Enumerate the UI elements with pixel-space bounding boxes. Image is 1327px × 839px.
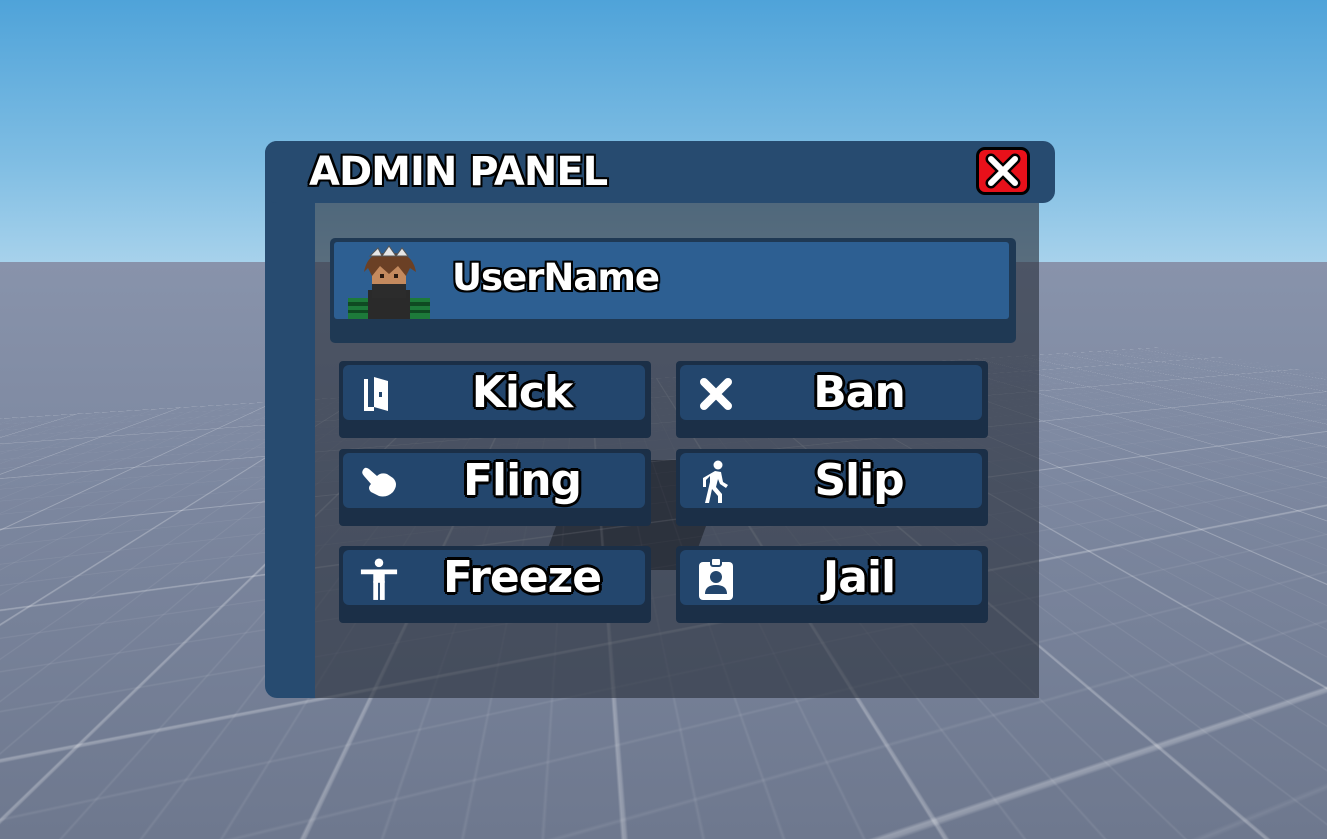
username-label: UserName: [452, 256, 660, 299]
id-badge-icon: [696, 558, 736, 600]
kick-label: Kick: [471, 367, 574, 418]
freeze-button-face: Freeze: [343, 550, 645, 605]
hand-pointing-icon: [359, 462, 399, 502]
slip-button[interactable]: Slip: [676, 449, 988, 526]
walking-person-icon: [696, 460, 736, 503]
slip-label: Slip: [814, 455, 904, 506]
panel-body: UserName Kick Ban Fling Slip Freeze Jail: [315, 203, 1039, 698]
freeze-label: Freeze: [442, 552, 602, 603]
panel-header: ADMIN PANEL: [265, 141, 1055, 203]
user-card[interactable]: UserName: [330, 238, 1016, 343]
fling-label: Fling: [462, 455, 582, 506]
kick-button-face: Kick: [343, 365, 645, 420]
ban-button-face: Ban: [680, 365, 982, 420]
player-avatar-icon: [348, 245, 430, 319]
panel-title: ADMIN PANEL: [309, 149, 608, 195]
x-mark-icon: [696, 374, 736, 414]
user-card-face: UserName: [334, 242, 1009, 319]
freeze-button[interactable]: Freeze: [339, 546, 651, 623]
jail-button-face: Jail: [680, 550, 982, 605]
fling-button-face: Fling: [343, 453, 645, 508]
jail-button[interactable]: Jail: [676, 546, 988, 623]
standing-person-icon: [359, 558, 399, 600]
fling-button[interactable]: Fling: [339, 449, 651, 526]
door-exit-icon: [359, 374, 399, 414]
admin-panel: ADMIN PANEL UserName Kick Ban Fling Slip…: [265, 141, 1055, 698]
ban-label: Ban: [813, 367, 906, 418]
ban-button[interactable]: Ban: [676, 361, 988, 438]
game-viewport: ADMIN PANEL UserName Kick Ban Fling Slip…: [0, 0, 1327, 839]
jail-label: Jail: [822, 552, 896, 603]
avatar: [342, 242, 436, 319]
close-x-icon: [985, 153, 1021, 189]
kick-button[interactable]: Kick: [339, 361, 651, 438]
close-button[interactable]: [976, 147, 1030, 195]
panel-sidebar: [265, 141, 315, 698]
slip-button-face: Slip: [680, 453, 982, 508]
